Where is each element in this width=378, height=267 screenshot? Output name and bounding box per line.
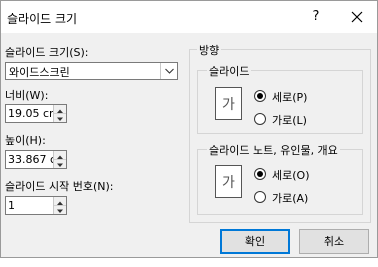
ok-button[interactable]: 확인 bbox=[220, 229, 290, 254]
slide-size-value: 와이드스크린 bbox=[9, 66, 70, 79]
width-field[interactable]: 19.05 cm bbox=[5, 104, 67, 123]
triangle-down-icon bbox=[57, 117, 63, 121]
triangle-down-icon bbox=[57, 209, 63, 213]
close-icon bbox=[351, 11, 363, 23]
notes-landscape-radio[interactable] bbox=[254, 191, 266, 203]
chevron-down-icon bbox=[165, 68, 174, 74]
notes-group-title: 슬라이드 노트, 유인물, 개요 bbox=[207, 142, 340, 158]
close-button[interactable] bbox=[347, 7, 367, 27]
start-number-spinner[interactable] bbox=[53, 197, 66, 214]
height-decrement[interactable] bbox=[54, 159, 66, 167]
slide-size-select[interactable]: 와이드스크린 bbox=[5, 62, 178, 80]
slides-landscape-radio[interactable] bbox=[254, 113, 266, 125]
page-icon-letter: 가 bbox=[222, 175, 235, 191]
width-spinner[interactable] bbox=[53, 105, 66, 122]
notes-portrait-label[interactable]: 세로(O) bbox=[272, 167, 309, 183]
start-number-label: 슬라이드 시작 번호(N): bbox=[5, 180, 114, 193]
height-increment[interactable] bbox=[54, 151, 66, 159]
dropdown-button[interactable] bbox=[160, 63, 177, 79]
cancel-button[interactable]: 취소 bbox=[299, 229, 369, 254]
width-increment[interactable] bbox=[54, 105, 66, 113]
notes-portrait-radio[interactable] bbox=[254, 168, 266, 180]
width-decrement[interactable] bbox=[54, 113, 66, 121]
height-label: 높이(H): bbox=[5, 134, 46, 147]
title-bar: 슬라이드 크기 ? bbox=[1, 1, 377, 33]
height-spinner[interactable] bbox=[53, 151, 66, 168]
width-value: 19.05 cm bbox=[8, 107, 60, 120]
slide-size-label: 슬라이드 크기(S): bbox=[5, 46, 89, 59]
slides-landscape-label[interactable]: 가로(L) bbox=[272, 112, 307, 128]
slide-size-dialog: 슬라이드 크기 ? 슬라이드 크기(S): 와이드스크린 너비(W): 19.0… bbox=[0, 0, 378, 258]
height-field[interactable]: 33.867 cm bbox=[5, 150, 67, 169]
orientation-group-title: 방향 bbox=[197, 42, 222, 58]
portrait-page-icon: 가 bbox=[215, 87, 242, 120]
slides-portrait-radio[interactable] bbox=[254, 90, 266, 102]
start-number-decrement[interactable] bbox=[54, 205, 66, 213]
slides-portrait-label[interactable]: 세로(P) bbox=[272, 89, 307, 105]
slides-group-title: 슬라이드 bbox=[207, 63, 252, 79]
start-number-field[interactable]: 1 bbox=[5, 196, 67, 215]
width-label: 너비(W): bbox=[5, 89, 49, 102]
page-icon-letter: 가 bbox=[222, 97, 235, 113]
triangle-down-icon bbox=[57, 163, 63, 167]
help-button[interactable]: ? bbox=[306, 7, 326, 27]
start-number-value: 1 bbox=[8, 199, 15, 212]
portrait-page-icon: 가 bbox=[215, 165, 242, 198]
start-number-increment[interactable] bbox=[54, 197, 66, 205]
notes-landscape-label[interactable]: 가로(A) bbox=[272, 190, 308, 206]
dialog-title: 슬라이드 크기 bbox=[7, 12, 78, 26]
